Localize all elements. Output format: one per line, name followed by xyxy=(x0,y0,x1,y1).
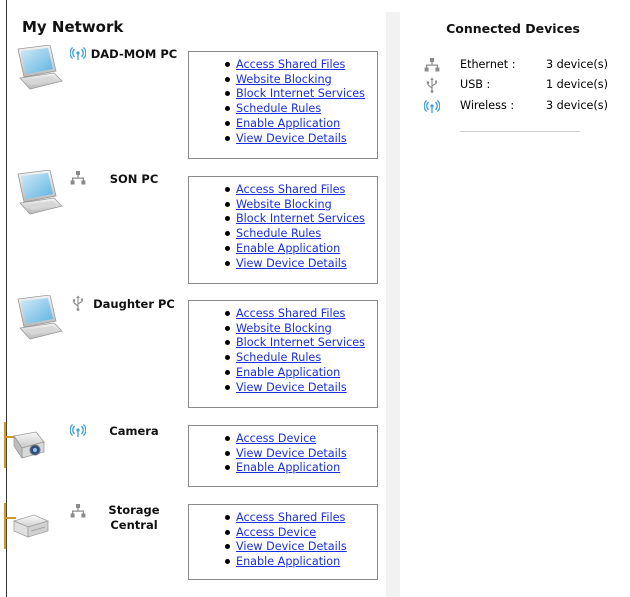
action-link-view-device-details[interactable]: View Device Details xyxy=(236,257,347,270)
wireless-icon xyxy=(70,45,86,61)
action-item: Website Blocking xyxy=(189,198,377,213)
action-link-enable-application[interactable]: Enable Application xyxy=(236,366,340,379)
action-item: View Device Details xyxy=(189,447,377,462)
action-item: Access Shared Files xyxy=(189,307,377,322)
action-item: View Device Details xyxy=(189,381,377,396)
action-link-access-device[interactable]: Access Device xyxy=(236,432,316,445)
device-name: SON PC xyxy=(109,172,159,186)
action-link-block-internet-services[interactable]: Block Internet Services xyxy=(236,336,365,349)
action-link-view-device-details[interactable]: View Device Details xyxy=(236,381,347,394)
connected-label: Wireless : xyxy=(460,99,515,112)
connected-count: 3 device(s) xyxy=(546,58,608,71)
action-list: Access Shared Files Website Blocking Block… xyxy=(189,183,377,271)
action-item: Website Blocking xyxy=(189,73,377,88)
action-link-access-shared-files[interactable]: Access Shared Files xyxy=(236,183,345,196)
pc-icon xyxy=(14,170,64,216)
device-storage-central: Storage Central Access Shared Files Access… xyxy=(4,503,386,580)
ethernet-icon xyxy=(70,170,86,186)
device-name: DAD-MOM PC xyxy=(90,47,178,61)
action-link-access-shared-files[interactable]: Access Shared Files xyxy=(236,307,345,320)
action-link-view-device-details[interactable]: View Device Details xyxy=(236,540,347,553)
device-name: Storage Central xyxy=(108,503,160,532)
action-item: Enable Application xyxy=(189,461,377,476)
action-link-website-blocking[interactable]: Website Blocking xyxy=(236,198,332,211)
action-link-enable-application[interactable]: Enable Application xyxy=(236,117,340,130)
action-list: Access Shared Files Website Blocking Block… xyxy=(189,58,377,146)
connected-devices-panel: Connected Devices Ethernet : 3 device(s)… xyxy=(400,12,626,597)
action-list: Access Shared Files Access Device View Dev… xyxy=(189,511,377,570)
pc-icon xyxy=(14,295,64,341)
panel-divider xyxy=(386,12,400,597)
action-list: Access Shared Files Website Blocking Block… xyxy=(189,307,377,395)
action-item: Access Device xyxy=(189,526,377,541)
action-item: Access Shared Files xyxy=(189,511,377,526)
device-daughter-pc: Daughter PC Access Shared Files Website Bl… xyxy=(14,295,386,408)
action-link-access-shared-files[interactable]: Access Shared Files xyxy=(236,511,345,524)
action-item: Access Shared Files xyxy=(189,183,377,198)
action-item: Schedule Rules xyxy=(189,102,377,117)
action-item: Enable Application xyxy=(189,242,377,257)
device-name: Camera xyxy=(109,424,159,438)
action-item: Access Shared Files xyxy=(189,58,377,73)
action-item: Enable Application xyxy=(189,366,377,381)
ethernet-icon xyxy=(424,57,440,73)
usb-icon xyxy=(424,77,440,93)
wireless-icon xyxy=(424,98,440,114)
device-actions-box: Access Shared Files Website Blocking Block… xyxy=(188,51,378,159)
action-item: Enable Application xyxy=(189,555,377,570)
action-item: View Device Details xyxy=(189,132,377,147)
device-son-pc: SON PC Access Shared Files Website Blockin… xyxy=(14,170,386,284)
action-item: Schedule Rules xyxy=(189,351,377,366)
connected-row-ethernet: Ethernet : 3 device(s) xyxy=(424,57,624,73)
action-link-enable-application[interactable]: Enable Application xyxy=(236,461,340,474)
device-actions-box: Access Device View Device Details Enable A… xyxy=(188,425,378,487)
action-link-website-blocking[interactable]: Website Blocking xyxy=(236,73,332,86)
action-link-access-shared-files[interactable]: Access Shared Files xyxy=(236,58,345,71)
action-item: Block Internet Services xyxy=(189,87,377,102)
action-link-enable-application[interactable]: Enable Application xyxy=(236,242,340,255)
device-dad-mom-pc: DAD-MOM PC Access Shared Files Website Blo… xyxy=(14,45,386,159)
device-name: Daughter PC xyxy=(93,297,175,311)
connected-count: 3 device(s) xyxy=(546,99,608,112)
action-link-view-device-details[interactable]: View Device Details xyxy=(236,132,347,145)
action-link-block-internet-services[interactable]: Block Internet Services xyxy=(236,87,365,100)
connected-separator xyxy=(460,131,580,132)
action-link-access-device[interactable]: Access Device xyxy=(236,526,316,539)
action-link-block-internet-services[interactable]: Block Internet Services xyxy=(236,212,365,225)
page-title: My Network xyxy=(22,18,124,36)
action-link-schedule-rules[interactable]: Schedule Rules xyxy=(236,351,321,364)
connected-row-wireless: Wireless : 3 device(s) xyxy=(424,98,624,114)
action-link-view-device-details[interactable]: View Device Details xyxy=(236,447,347,460)
action-item: Block Internet Services xyxy=(189,212,377,227)
action-item: Block Internet Services xyxy=(189,336,377,351)
connected-count: 1 device(s) xyxy=(546,78,608,91)
action-item: Schedule Rules xyxy=(189,227,377,242)
device-actions-box: Access Shared Files Access Device View Dev… xyxy=(188,504,378,580)
storage-icon xyxy=(2,503,52,549)
camera-icon xyxy=(2,422,52,468)
pc-icon xyxy=(14,45,64,91)
connected-label: Ethernet : xyxy=(460,58,516,71)
action-list: Access Device View Device Details Enable A… xyxy=(189,432,377,476)
usb-icon xyxy=(70,295,86,311)
action-link-schedule-rules[interactable]: Schedule Rules xyxy=(236,102,321,115)
action-link-enable-application[interactable]: Enable Application xyxy=(236,555,340,568)
connected-row-usb: USB : 1 device(s) xyxy=(424,77,624,93)
action-item: Access Device xyxy=(189,432,377,447)
device-actions-box: Access Shared Files Website Blocking Block… xyxy=(188,300,378,408)
action-item: View Device Details xyxy=(189,257,377,272)
action-link-schedule-rules[interactable]: Schedule Rules xyxy=(236,227,321,240)
action-item: Enable Application xyxy=(189,117,377,132)
device-actions-box: Access Shared Files Website Blocking Block… xyxy=(188,176,378,284)
connected-devices-title: Connected Devices xyxy=(446,21,580,36)
action-item: View Device Details xyxy=(189,540,377,555)
action-item: Website Blocking xyxy=(189,322,377,337)
action-link-website-blocking[interactable]: Website Blocking xyxy=(236,322,332,335)
wireless-icon xyxy=(70,422,86,438)
connected-label: USB : xyxy=(460,78,491,91)
device-camera: Camera Access Device View Device Details En… xyxy=(4,422,386,487)
ethernet-icon xyxy=(70,503,86,519)
